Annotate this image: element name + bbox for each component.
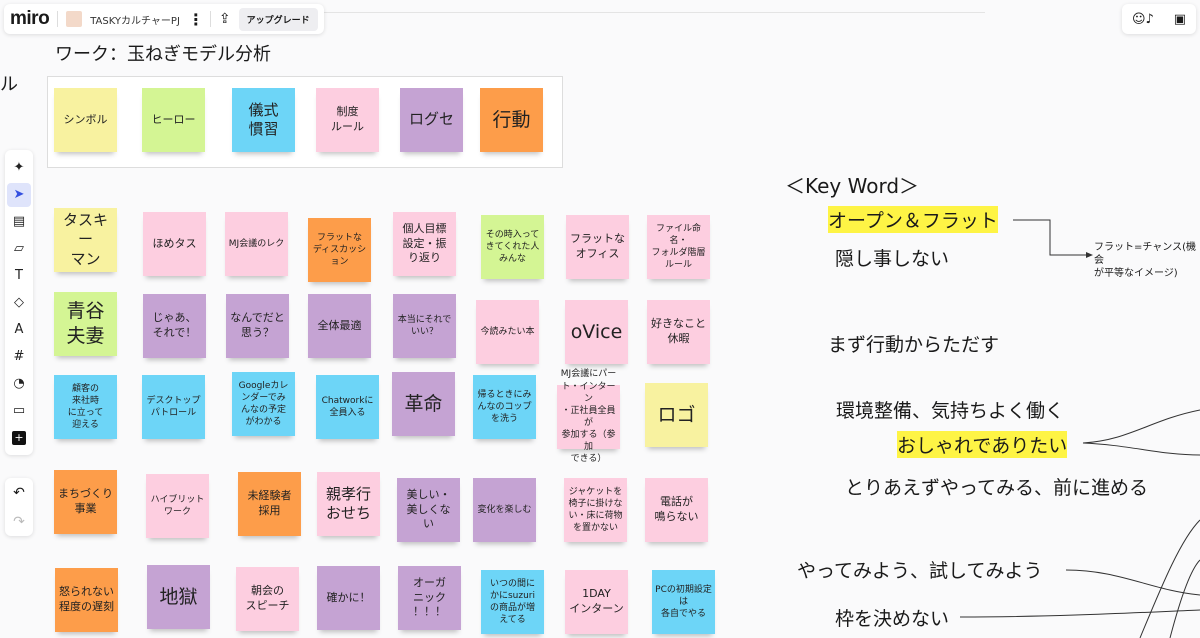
connector-line[interactable] bbox=[1169, 559, 1200, 638]
keyword-heading: ＜Key Word＞ bbox=[785, 174, 920, 198]
arrowhead-icon bbox=[1086, 252, 1093, 258]
connectors bbox=[959, 219, 1200, 638]
connector-line[interactable] bbox=[1082, 409, 1200, 444]
connector-line[interactable] bbox=[1065, 569, 1200, 596]
connector-line[interactable] bbox=[1013, 219, 1090, 256]
keyword-item: オープン＆フラット bbox=[828, 206, 998, 233]
annotation-text: フラット=チャンス(機会 が平等なイメージ) bbox=[1094, 242, 1196, 279]
connector-line[interactable] bbox=[1082, 442, 1200, 456]
keyword-item: やってみよう、試してみよう bbox=[797, 560, 1043, 582]
keyword-item: まず行動からただす bbox=[828, 334, 1000, 356]
connector-line[interactable] bbox=[959, 609, 1200, 618]
keyword-item: 隠し事しない bbox=[835, 248, 950, 270]
keyword-item: おしゃれでありたい bbox=[897, 431, 1068, 458]
keyword-item: 枠を決めない bbox=[835, 608, 950, 630]
keyword-item: とりあえずやってみる、前に進める bbox=[845, 477, 1149, 499]
keyword-item: 環境整備、気持ちよく働く bbox=[836, 400, 1065, 422]
connector-line[interactable] bbox=[1139, 519, 1200, 638]
